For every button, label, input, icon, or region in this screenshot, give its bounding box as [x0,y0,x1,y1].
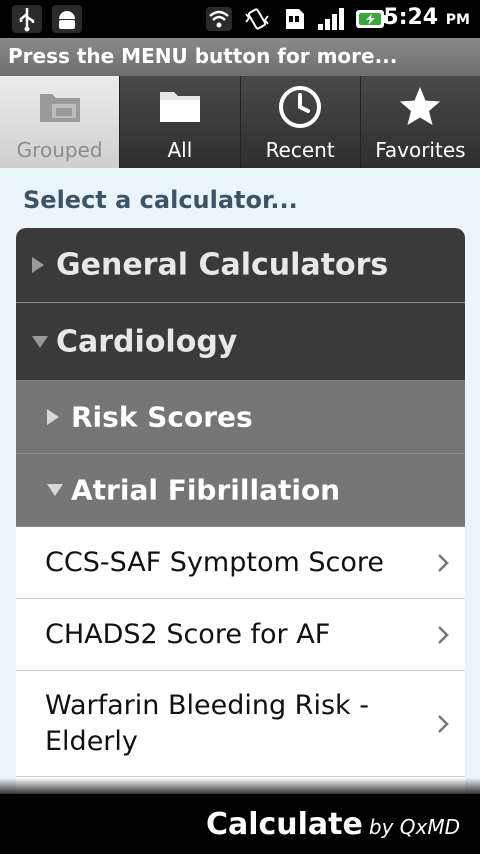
tab-grouped[interactable]: Grouped [0,76,121,168]
chevron-right-icon [438,553,449,572]
star-icon [400,87,441,125]
brand-byline: by QxMD [368,815,460,839]
folder-icon [159,92,200,122]
calculator-item-ccs-saf[interactable]: CCS-SAF Symptom Score [16,527,465,599]
tab-label: Favorites [375,138,466,162]
subcategory-label: Atrial Fibrillation [71,473,341,507]
tab-label: Recent [265,138,335,162]
expanded-arrow-icon [47,484,63,496]
category-label: Cardiology [56,324,238,359]
clock-time: 5:24 PM [383,5,470,30]
tab-favorites[interactable]: Favorites [360,76,480,168]
tab-label: Grouped [16,138,103,162]
collapsed-arrow-icon [47,409,59,425]
usb-icon [12,5,42,33]
footer-bar: Calculate by QxMD [0,794,480,854]
category-label: General Calculators [56,247,389,283]
calculator-item-label: Warfarin Bleeding Risk - Elderly [45,689,369,757]
calculator-list: General Calculators Cardiology Risk Scor… [16,228,465,817]
tab-recent[interactable]: Recent [240,76,361,168]
tab-all[interactable]: All [120,76,241,168]
calculator-item-warfarin-bleeding-risk[interactable]: Warfarin Bleeding Risk - Elderly [16,671,465,777]
status-bar: 5:24 PM [0,0,480,38]
subcategory-label: Risk Scores [71,400,253,434]
calculator-item-label: CHADS2 Score for AF [45,618,331,650]
subcategory-risk-scores[interactable]: Risk Scores [16,381,465,454]
subcategory-atrial-fibrillation[interactable]: Atrial Fibrillation [16,454,465,527]
calculator-item-chads2[interactable]: CHADS2 Score for AF [16,599,465,671]
vibrate-icon [245,8,269,30]
category-cardiology[interactable]: Cardiology [16,303,465,381]
calculator-item-label: CCS-SAF Symptom Score [45,546,384,578]
brand-name: Calculate [205,807,363,842]
tab-label: All [167,138,193,162]
select-calculator-heading: Select a calculator... [23,186,298,214]
android-icon [52,5,82,33]
signal-icon [318,8,344,30]
grouped-folder-icon [39,94,80,122]
tab-bar: Grouped All Recent Favorites [0,76,480,168]
expanded-arrow-icon [32,335,48,348]
chevron-right-icon [438,714,449,733]
app-brand: Calculate by QxMD [206,807,460,842]
collapsed-arrow-icon [32,257,44,273]
wifi-icon [206,7,232,31]
category-general-calculators[interactable]: General Calculators [16,228,465,303]
sd-card-icon [286,9,304,29]
clock-icon [279,86,322,128]
menu-hint-bar: Press the MENU button for more... [0,38,480,76]
chevron-right-icon [438,625,449,644]
